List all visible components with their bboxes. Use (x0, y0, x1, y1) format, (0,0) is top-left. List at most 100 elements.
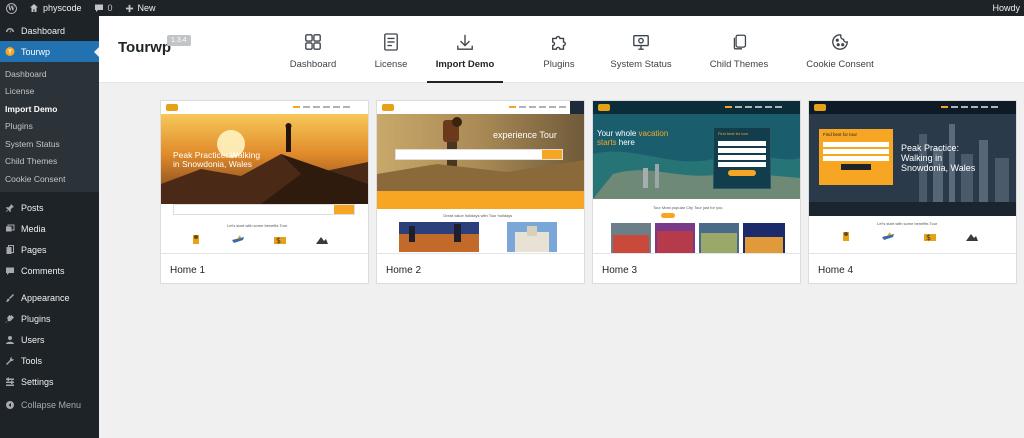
demo-title: Home 3 (602, 265, 638, 276)
money-icon: $ (924, 233, 936, 242)
howdy-user-menu[interactable]: Howdy (992, 0, 1020, 16)
sidebar-item-label: Comments (21, 266, 65, 276)
demo-card-home-1[interactable]: Peak Practice: Walking in Snowdonia, Wal… (160, 100, 369, 284)
tab-child-themes[interactable]: Child Themes (709, 16, 769, 83)
tab-license[interactable]: License (367, 16, 415, 83)
demo-preview-image[interactable]: Your whole vacation starts here Find bes… (593, 101, 800, 254)
preview-search-bar (395, 149, 563, 160)
preview-search-bar (173, 204, 355, 215)
pages-icon (5, 245, 15, 255)
collapse-menu-button[interactable]: Collapse Menu (0, 395, 99, 416)
sidebar-item-media[interactable]: Media (0, 219, 99, 240)
users-icon (5, 335, 15, 345)
sidebar-item-pages[interactable]: Pages (0, 240, 99, 261)
money-icon: $ (274, 236, 286, 245)
pin-icon (5, 203, 15, 213)
hero-text-suffix: here (616, 138, 635, 147)
castle-photo (507, 222, 557, 252)
settings-icon (5, 377, 15, 387)
submenu-child-themes[interactable]: Child Themes (0, 153, 99, 171)
demo-card-home-3[interactable]: Your whole vacation starts here Find bes… (592, 100, 801, 284)
plus-icon (125, 4, 133, 12)
tab-label: Cookie Consent (806, 59, 874, 70)
preview-strip-text: Let's start with some benefits Tour (227, 223, 288, 228)
svg-text:$: $ (926, 233, 931, 242)
preview-nav (161, 101, 368, 114)
demo-card-home-4[interactable]: Find best for tour Peak Practice: Walkin… (808, 100, 1017, 284)
tab-label: Plugins (543, 59, 575, 70)
collapse-menu-label: Collapse Menu (21, 400, 82, 410)
city-photo (399, 222, 479, 252)
tab-import-demo[interactable]: Import Demo (427, 16, 503, 83)
sidebar-item-label: Dashboard (21, 25, 66, 36)
demo-preview-image[interactable]: Find best for tour Peak Practice: Walkin… (809, 101, 1016, 254)
plugin-header: Tourwp 1.3.4 Dashboard License Import De… (99, 16, 1024, 83)
preview-hero-text: Your whole vacation starts here (597, 129, 687, 147)
demo-preview-image[interactable]: experience Tour Great value holidays wit… (377, 101, 584, 254)
booking-form-title: Find best for tour (823, 132, 858, 137)
preview-strip-text: Great value holidays with Tour holidays (443, 213, 513, 218)
collapse-arrow-icon (5, 400, 15, 410)
download-icon (455, 32, 475, 52)
tab-label: Child Themes (709, 59, 769, 70)
preview-hero-text: experience Tour (493, 130, 557, 140)
preview-filter-pill (661, 213, 675, 218)
svg-text:$: $ (276, 236, 281, 245)
sidebar-item-dashboard[interactable]: Dashboard (0, 20, 99, 41)
sidebar-item-label: Plugins (21, 314, 51, 324)
tourwp-submenu: Dashboard License Import Demo Plugins Sy… (0, 62, 99, 192)
demo-title: Home 2 (386, 265, 422, 276)
monitor-icon (631, 32, 651, 52)
document-icon (381, 32, 401, 52)
wrench-icon (5, 356, 15, 366)
plane-icon (882, 232, 894, 240)
submenu-dashboard[interactable]: Dashboard (0, 65, 99, 83)
sidebar-item-appearance[interactable]: Appearance (0, 288, 99, 309)
preview-nav (809, 101, 1016, 114)
site-name-link[interactable]: physcode (23, 0, 88, 16)
sidebar-item-users[interactable]: Users (0, 330, 99, 351)
tab-cookie-consent[interactable]: Cookie Consent (806, 16, 874, 83)
tab-plugins[interactable]: Plugins (535, 16, 583, 83)
comment-bubble-icon (94, 4, 103, 12)
demo-title: Home 1 (170, 265, 206, 276)
tab-dashboard[interactable]: Dashboard (285, 16, 341, 83)
sidebar-item-tools[interactable]: Tools (0, 351, 99, 372)
preview-nav (377, 101, 584, 114)
tab-system-status[interactable]: System Status (609, 16, 673, 83)
puzzle-icon (549, 32, 569, 52)
sidebar-item-tourwp[interactable]: T Tourwp (0, 41, 99, 62)
booking-form-title: Find best for tour (718, 131, 749, 136)
submenu-license[interactable]: License (0, 83, 99, 101)
sidebar-item-comments[interactable]: Comments (0, 261, 99, 282)
sidebar-item-plugins[interactable]: Plugins (0, 309, 99, 330)
comments-icon (5, 266, 15, 276)
demo-card-home-2[interactable]: experience Tour Great value holidays wit… (376, 100, 585, 284)
new-content-link[interactable]: New (119, 0, 162, 16)
tab-label: System Status (610, 59, 672, 70)
preview-nav (593, 101, 800, 114)
submenu-import-demo[interactable]: Import Demo (0, 100, 99, 118)
svg-text:T: T (8, 50, 12, 56)
demo-title: Home 4 (818, 265, 854, 276)
sidebar-item-posts[interactable]: Posts (0, 198, 99, 219)
submenu-system-status[interactable]: System Status (0, 135, 99, 153)
media-icon (5, 224, 15, 234)
new-label: New (137, 3, 156, 13)
site-name: physcode (43, 3, 82, 13)
mountain-icon (316, 237, 328, 244)
sidebar-item-label: Tourwp (21, 46, 51, 57)
sidebar-item-settings[interactable]: Settings (0, 372, 99, 393)
comments-link[interactable]: 0 (88, 0, 119, 16)
tab-label: Import Demo (435, 59, 495, 70)
wordpress-logo-button[interactable]: W (0, 0, 23, 16)
demo-preview-image[interactable]: Peak Practice: Walking in Snowdonia, Wal… (161, 101, 368, 254)
preview-hero-text: Peak Practice: Walking in Snowdonia, Wal… (901, 143, 976, 173)
sidebar-item-label: Media (21, 224, 46, 234)
home-icon (30, 4, 38, 12)
preview-booking-form: Find best for tour (713, 127, 771, 189)
sidebar-item-label: Users (21, 335, 45, 345)
plane-icon (232, 235, 244, 243)
submenu-plugins[interactable]: Plugins (0, 118, 99, 136)
submenu-cookie-consent[interactable]: Cookie Consent (0, 170, 99, 188)
